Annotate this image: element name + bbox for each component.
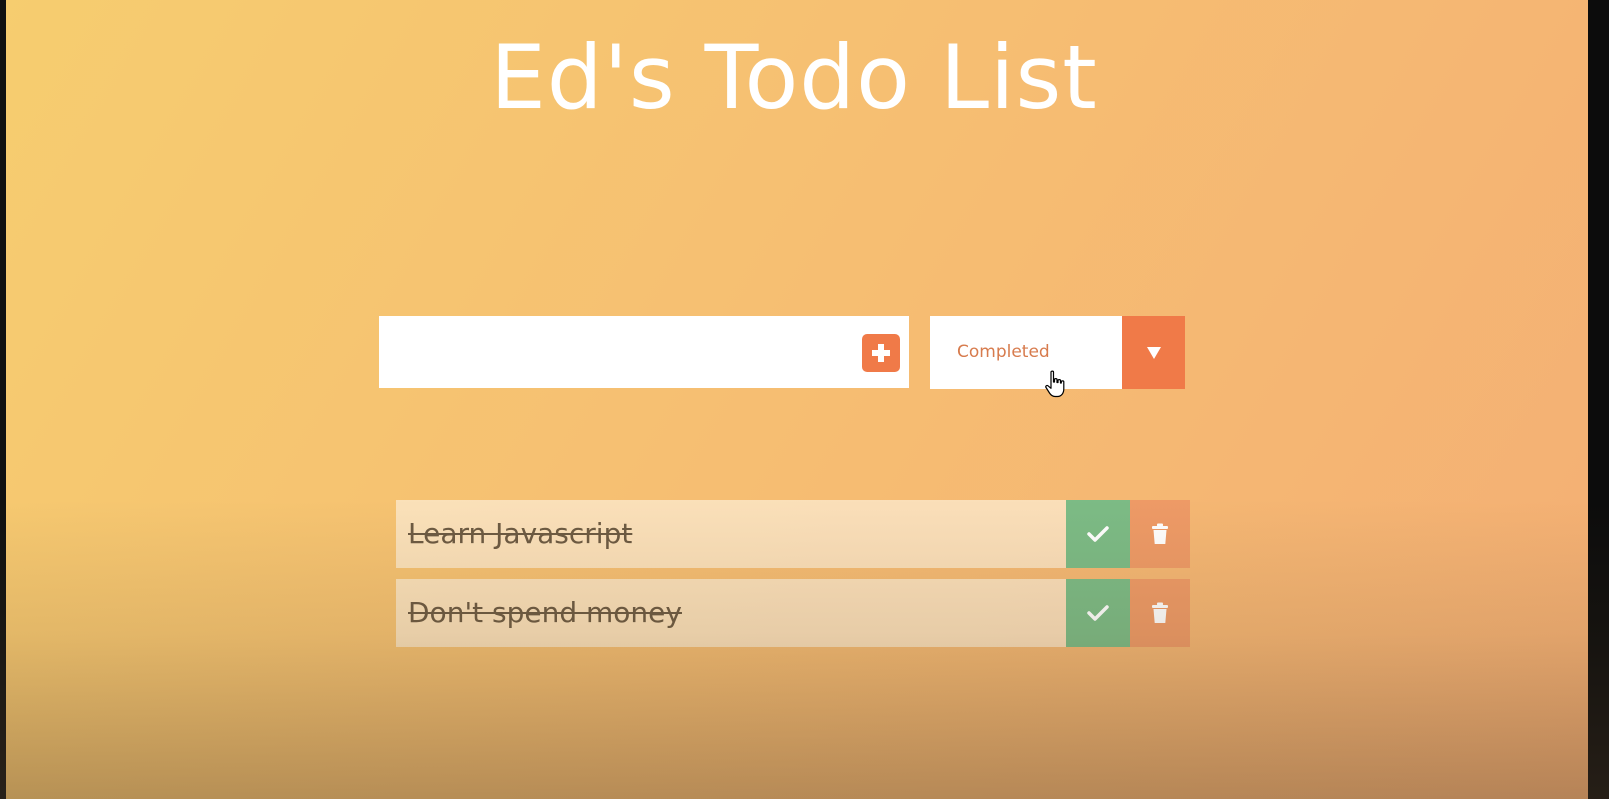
hand-pointer-cursor-icon: [1045, 370, 1065, 398]
todo-item: Learn Javascript: [396, 500, 1190, 568]
trash-icon: [1152, 523, 1168, 544]
filter-selected-value: Completed: [957, 342, 1050, 362]
page-title: Ed's Todo List: [490, 26, 1098, 129]
check-icon: [1087, 605, 1109, 621]
complete-button[interactable]: [1066, 579, 1130, 647]
plus-icon: [872, 344, 890, 362]
trash-icon: [1152, 602, 1168, 623]
todo-item: Don't spend money: [396, 579, 1190, 647]
todo-text: Learn Javascript: [408, 517, 633, 550]
todo-text-container: Don't spend money: [396, 579, 1066, 647]
caret-down-icon: [1146, 346, 1161, 359]
add-todo-button[interactable]: [862, 334, 900, 372]
todo-input[interactable]: [379, 316, 909, 388]
filter-dropdown-arrow[interactable]: [1122, 316, 1185, 389]
check-icon: [1087, 526, 1109, 542]
trash-button[interactable]: [1130, 579, 1190, 647]
complete-button[interactable]: [1066, 500, 1130, 568]
right-frame-edge: [1588, 0, 1609, 799]
app-window: Ed's Todo List Completed Learn Javascrip…: [0, 0, 1609, 799]
todo-text: Don't spend money: [408, 596, 682, 629]
todo-text-container: Learn Javascript: [396, 500, 1066, 568]
trash-button[interactable]: [1130, 500, 1190, 568]
